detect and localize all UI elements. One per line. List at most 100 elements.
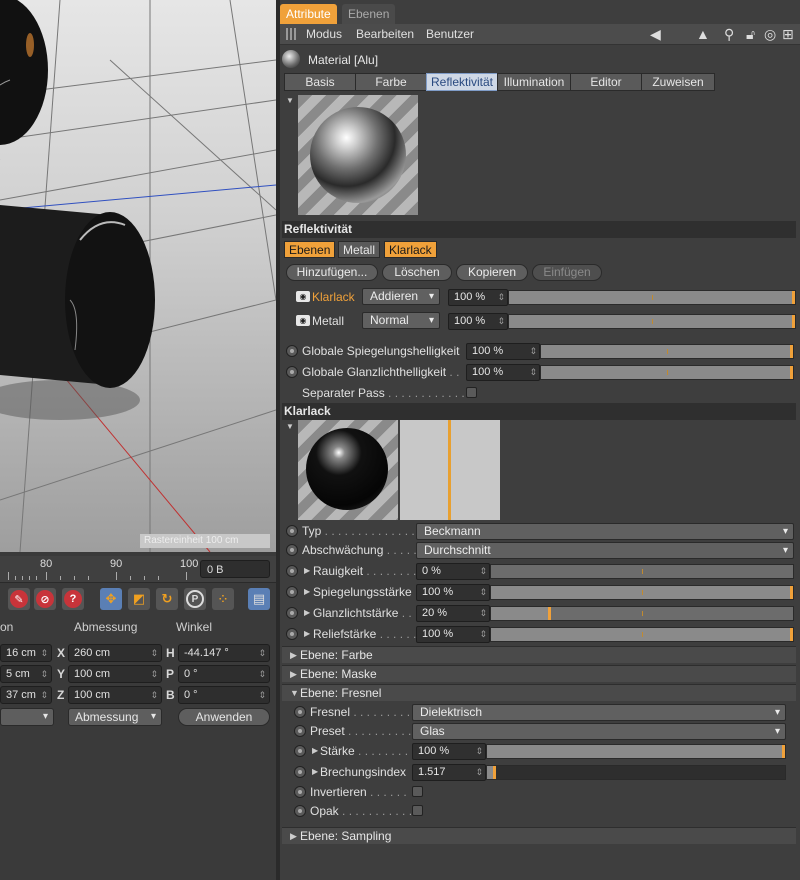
layer-blend-dropdown[interactable]: Addieren — [362, 288, 440, 305]
param-field[interactable]: 0 % — [416, 563, 490, 580]
preview-expand-icon[interactable]: ▼ — [286, 96, 294, 105]
tab-farbe[interactable]: Farbe — [355, 73, 427, 91]
layer-name[interactable]: Klarlack — [312, 290, 355, 304]
material-preview[interactable] — [298, 95, 418, 215]
layer-opacity-field[interactable]: 100 % — [448, 313, 508, 330]
menu-benutzer[interactable]: Benutzer — [426, 27, 474, 41]
param-slider[interactable] — [490, 627, 794, 642]
add-layer-button[interactable]: Hinzufügen... — [286, 264, 378, 281]
visibility-eye-icon[interactable]: ◉ — [296, 291, 310, 302]
anim-dot[interactable] — [286, 345, 298, 357]
layer-opacity-slider[interactable] — [508, 314, 796, 329]
angle-field[interactable]: 0 ° — [178, 665, 270, 683]
group-ebene-maske[interactable]: ▶ Ebene: Maske — [282, 665, 796, 682]
tab-reflektivitaet[interactable]: Reflektivität — [426, 73, 498, 91]
anim-dot[interactable] — [286, 628, 298, 640]
film-tool[interactable]: ▤ — [248, 588, 270, 610]
global-param-slider[interactable] — [540, 365, 794, 380]
anim-dot[interactable] — [286, 366, 298, 378]
scale-tool[interactable]: ◩ — [128, 588, 150, 610]
invertieren-checkbox[interactable] — [412, 786, 423, 797]
param-expand-icon[interactable]: ▶ — [304, 566, 310, 575]
global-param-field[interactable]: 100 % — [466, 343, 540, 360]
anim-dot[interactable] — [286, 607, 298, 619]
size-field[interactable]: 100 cm — [68, 686, 162, 704]
move-tool[interactable]: ✥ — [100, 588, 122, 610]
anim-dot[interactable] — [286, 525, 298, 537]
param-expand-icon[interactable]: ▶ — [304, 587, 310, 596]
copy-layer-button[interactable]: Kopieren — [456, 264, 528, 281]
position-field[interactable]: 5 cm — [0, 665, 52, 683]
anim-dot[interactable] — [294, 805, 306, 817]
klarlack-preview-expand-icon[interactable]: ▼ — [286, 422, 294, 431]
size-mode-dropdown[interactable]: Abmessung — [68, 708, 162, 726]
record-keyframe-button[interactable]: ✎ — [8, 588, 30, 610]
3d-viewport[interactable]: Rastereinheit 100 cm — [0, 0, 276, 552]
new-panel-icon[interactable]: ⊞ — [782, 26, 794, 43]
opak-checkbox[interactable] — [412, 805, 423, 816]
size-field[interactable]: 100 cm — [68, 665, 162, 683]
frame-field[interactable]: 0 B — [200, 560, 270, 578]
group-ebene-sampling[interactable]: ▶ Ebene: Sampling — [282, 827, 796, 844]
brechungsindex-field[interactable]: 1.517 — [412, 764, 486, 781]
tab-editor[interactable]: Editor — [570, 73, 642, 91]
help-button[interactable]: ? — [62, 588, 84, 610]
abschwaechung-dropdown[interactable]: Durchschnitt — [416, 542, 794, 559]
angle-field[interactable]: -44.147 ° — [178, 644, 270, 662]
layer-opacity-slider[interactable] — [508, 290, 796, 305]
typ-dropdown[interactable]: Beckmann — [416, 523, 794, 540]
up-arrow-icon[interactable]: ▲ — [696, 26, 710, 42]
coord-mode-dropdown[interactable] — [0, 708, 54, 726]
search-icon[interactable]: ⚲ — [724, 26, 734, 43]
tab-attribute[interactable]: Attribute — [280, 4, 337, 24]
anim-dot[interactable] — [294, 706, 306, 718]
delete-layer-button[interactable]: Löschen — [382, 264, 452, 281]
position-field[interactable]: 16 cm — [0, 644, 52, 662]
klarlack-preview[interactable] — [298, 420, 398, 520]
staerke-field[interactable]: 100 % — [412, 743, 486, 760]
autokey-button[interactable]: ⊘ — [34, 588, 56, 610]
angle-field[interactable]: 0 ° — [178, 686, 270, 704]
apply-button[interactable]: Anwenden — [178, 708, 270, 726]
layer-tab-ebenen[interactable]: Ebenen — [284, 241, 336, 258]
param-expand-icon[interactable]: ▶ — [304, 629, 310, 638]
param-field[interactable]: 20 % — [416, 605, 490, 622]
grip-icon[interactable] — [286, 28, 298, 40]
back-arrow-icon[interactable]: ◀ — [650, 26, 661, 43]
fresnel-dropdown[interactable]: Dielektrisch — [412, 704, 786, 721]
global-param-slider[interactable] — [540, 344, 794, 359]
staerke-slider[interactable] — [486, 744, 786, 759]
anim-dot[interactable] — [286, 565, 298, 577]
position-field[interactable]: 37 cm — [0, 686, 52, 704]
param-expand-icon[interactable]: ▶ — [304, 608, 310, 617]
anim-dot[interactable] — [294, 745, 306, 757]
layer-blend-dropdown[interactable]: Normal — [362, 312, 440, 329]
menu-bearbeiten[interactable]: Bearbeiten — [356, 27, 414, 41]
brechungsindex-slider[interactable] — [486, 765, 786, 780]
preset-dropdown[interactable]: Glas — [412, 723, 786, 740]
staerke-expand-icon[interactable]: ▶ — [312, 746, 318, 755]
tab-ebenen[interactable]: Ebenen — [342, 4, 396, 24]
tab-illumination[interactable]: Illumination — [497, 73, 571, 91]
anim-dot[interactable] — [286, 544, 298, 556]
brechung-expand-icon[interactable]: ▶ — [312, 767, 318, 776]
param-tool[interactable]: P — [184, 588, 206, 610]
anim-dot[interactable] — [294, 766, 306, 778]
param-slider[interactable] — [490, 564, 794, 579]
anim-dot[interactable] — [294, 725, 306, 737]
anim-dot[interactable] — [286, 586, 298, 598]
group-ebene-fresnel[interactable]: ▼ Ebene: Fresnel — [282, 684, 796, 701]
target-icon[interactable]: ◎ — [764, 26, 776, 43]
paste-layer-button[interactable]: Einfügen — [532, 264, 602, 281]
tab-zuweisen[interactable]: Zuweisen — [641, 73, 715, 91]
rotate-tool[interactable]: ↻ — [156, 588, 178, 610]
menu-modus[interactable]: Modus — [306, 27, 342, 41]
visibility-eye-icon[interactable]: ◉ — [296, 315, 310, 326]
lock-icon[interactable]: 🔓︎ — [746, 26, 755, 43]
anim-dot[interactable] — [294, 786, 306, 798]
layer-name[interactable]: Metall — [312, 314, 344, 328]
layer-opacity-field[interactable]: 100 % — [448, 289, 508, 306]
group-ebene-farbe[interactable]: ▶ Ebene: Farbe — [282, 646, 796, 663]
layer-tab-metall[interactable]: Metall — [338, 241, 381, 258]
size-field[interactable]: 260 cm — [68, 644, 162, 662]
